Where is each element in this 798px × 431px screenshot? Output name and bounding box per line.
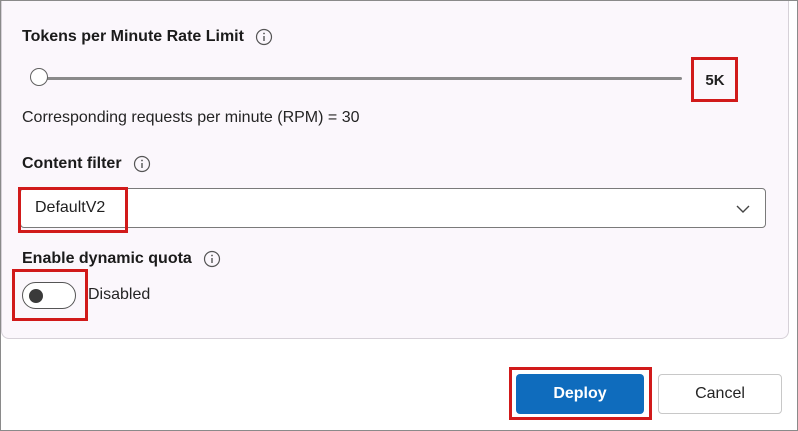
highlight-box [18,187,128,233]
highlight-box [12,269,88,321]
deploy-button[interactable]: Deploy [516,374,644,414]
tokens-slider[interactable] [30,67,682,91]
info-icon[interactable] [203,250,221,268]
dialog-frame: Tokens per Minute Rate Limit 5K Correspo… [0,0,798,431]
tokens-label: Tokens per Minute Rate Limit [22,28,244,45]
cancel-button[interactable]: Cancel [658,374,782,414]
content-filter-label: Content filter [22,155,122,172]
dynamic-quota-state: Disabled [88,286,151,303]
settings-panel: Tokens per Minute Rate Limit 5K Correspo… [1,1,789,339]
slider-track[interactable] [38,77,682,80]
content-filter-label-row: Content filter [22,155,151,173]
dynamic-quota-label: Enable dynamic quota [22,250,192,267]
dynamic-quota-label-row: Enable dynamic quota [22,250,221,268]
content-filter-select[interactable]: DefaultV2 [20,188,766,228]
rpm-text: Corresponding requests per minute (RPM) … [22,109,360,126]
tokens-label-row: Tokens per Minute Rate Limit [22,28,273,46]
info-icon[interactable] [133,155,151,173]
slider-thumb[interactable] [30,68,48,86]
info-icon[interactable] [255,28,273,46]
chevron-down-icon[interactable] [735,201,751,217]
tokens-value: 5K [705,71,725,89]
